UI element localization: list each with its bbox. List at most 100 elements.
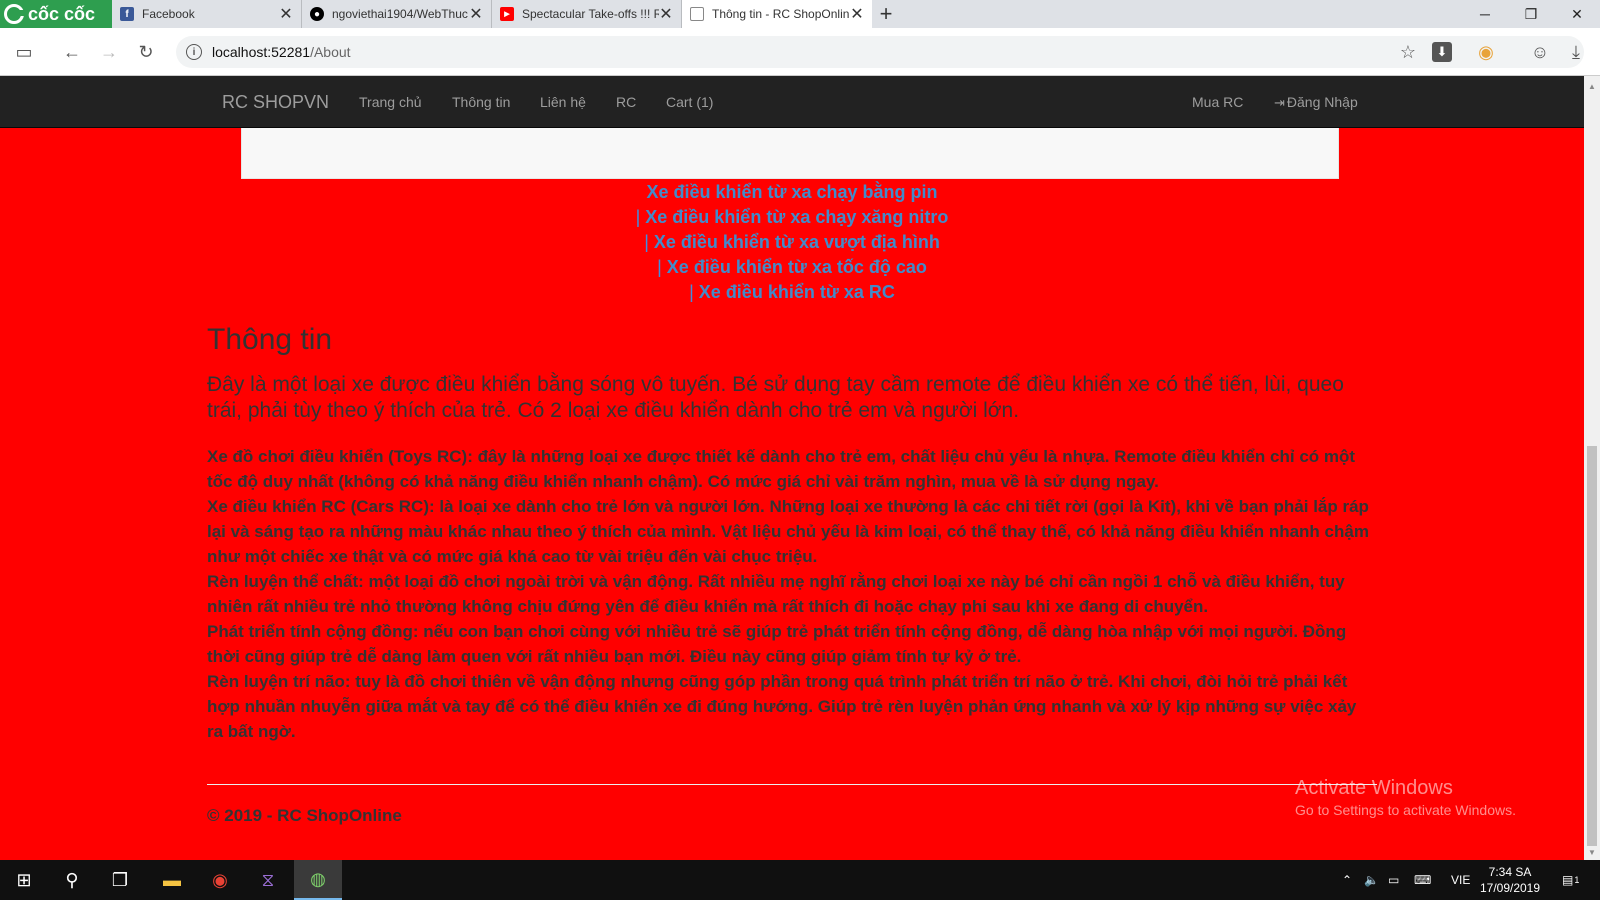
category-link-rc[interactable]: Xe điều khiển từ xa RC: [699, 282, 895, 302]
scroll-down-icon[interactable]: ▼: [1584, 844, 1600, 860]
browser-brand: cốc cốc: [28, 3, 96, 24]
paragraph-brain: Rèn luyện trí não: tuy là đồ chơi thiên …: [207, 672, 1357, 741]
category-link-offroad[interactable]: Xe điều khiển từ xa vượt địa hình: [654, 232, 940, 252]
tab-title: ngoviethai1904/WebThuc: [332, 7, 468, 21]
language-indicator[interactable]: VIE: [1451, 860, 1470, 900]
site-navbar: RC SHOPVN Trang chủ Thông tin Liên hệ RC…: [0, 76, 1584, 128]
category-separator: |: [635, 207, 641, 227]
network-icon[interactable]: ▭: [1388, 860, 1399, 900]
nav-login[interactable]: ⇥ Đăng Nhập: [1274, 94, 1358, 111]
download-manager-icon[interactable]: ⬇: [1432, 42, 1452, 62]
category-separator: |: [689, 282, 694, 302]
page-icon: [690, 7, 704, 21]
tab-youtube[interactable]: ▶ Spectacular Take-offs !!! R ✕: [492, 0, 682, 28]
login-icon: ⇥: [1274, 95, 1285, 110]
reload-icon[interactable]: ↻: [134, 40, 158, 64]
notification-icon[interactable]: ▤ 1: [1562, 860, 1579, 900]
paragraph-physical: Rèn luyện thể chất: một loại đồ chơi ngo…: [207, 572, 1345, 616]
category-link-speed[interactable]: Xe điều khiển từ xa tốc độ cao: [667, 257, 927, 277]
chrome-icon[interactable]: ◉: [196, 860, 244, 900]
nav-rc[interactable]: RC: [616, 94, 636, 110]
browser-tab-strip: cốc cốc f Facebook ✕ ● ngoviethai1904/We…: [0, 0, 1600, 28]
category-item: | Xe điều khiển từ xa tốc độ cao: [0, 255, 1584, 280]
paragraph-toys-rc: Xe đồ chơi điều khiển (Toys RC): đây là …: [207, 447, 1356, 491]
coccoc-menu-button[interactable]: cốc cốc: [0, 0, 112, 28]
downloads-icon[interactable]: ⤓: [1564, 40, 1588, 64]
sidebar-toggle-icon[interactable]: ▭: [12, 40, 36, 64]
tab-close-icon[interactable]: ✕: [469, 4, 483, 24]
paragraph-cars-rc: Xe điều khiển RC (Cars RC): là loại xe d…: [207, 497, 1369, 566]
site-info-icon[interactable]: i: [186, 44, 202, 60]
activate-windows-subtitle: Go to Settings to activate Windows.: [1295, 802, 1516, 818]
tray-expand-icon[interactable]: ⌃: [1342, 860, 1352, 900]
category-item: | Xe điều khiển từ xa vượt địa hình: [0, 230, 1584, 255]
tab-title: Spectacular Take-offs !!! R: [522, 7, 659, 21]
tab-github[interactable]: ● ngoviethai1904/WebThuc ✕: [302, 0, 492, 28]
youtube-icon: ▶: [500, 7, 514, 21]
nav-login-label: Đăng Nhập: [1286, 94, 1358, 110]
category-link-nitro[interactable]: Xe điều khiển từ xa chạy xăng nitro: [645, 207, 948, 227]
visual-studio-icon[interactable]: ⧖: [244, 860, 292, 900]
main-content: Thông tin Đây là một loại xe được điều k…: [207, 320, 1377, 744]
category-separator: |: [644, 232, 649, 252]
url-text: localhost:52281/About: [212, 44, 351, 60]
clock-date: 17/09/2019: [1479, 881, 1541, 895]
windows-taskbar: ⊞ ⚲ ❐ ▬ ◉ ⧖ ◍ ⌃ 🔈 ▭ ⌨ VIE 7:34 SA 17/09/…: [0, 860, 1600, 900]
minimize-icon[interactable]: ─: [1462, 0, 1508, 28]
category-item: Xe điều khiển từ xa chạy bằng pin: [0, 180, 1584, 205]
coccoc-logo-icon: [4, 4, 25, 24]
tab-close-icon[interactable]: ✕: [279, 4, 293, 24]
tab-facebook[interactable]: f Facebook ✕: [112, 0, 302, 28]
restore-icon[interactable]: ❐: [1508, 0, 1554, 28]
category-menu-box: [241, 128, 1339, 179]
url-host: localhost:52281: [212, 44, 311, 60]
extension-icon[interactable]: ◉: [1474, 40, 1498, 64]
category-links: Xe điều khiển từ xa chạy bằng pin | Xe đ…: [0, 180, 1584, 305]
nav-cart[interactable]: Cart (1): [666, 94, 713, 110]
tab-about[interactable]: Thông tin - RC ShopOnlin ✕: [682, 0, 872, 28]
address-bar: ▭ ← → ↻ i localhost:52281/About ☆ ⬇ ◉ ☺ …: [0, 28, 1600, 76]
facebook-icon: f: [120, 7, 134, 21]
new-tab-button[interactable]: +: [872, 0, 900, 28]
url-input[interactable]: i localhost:52281/About: [176, 36, 1584, 68]
paragraph-community: Phát triển tính cộng đồng: nếu con bạn c…: [207, 622, 1347, 666]
footer-copyright: © 2019 - RC ShopOnline: [207, 806, 402, 825]
site-brand-link[interactable]: RC SHOPVN: [222, 92, 329, 113]
lead-paragraph: Đây là một loại xe được điều khiển bằng …: [207, 373, 1344, 422]
profile-icon[interactable]: ☺: [1528, 40, 1552, 64]
nav-contact[interactable]: Liên hệ: [540, 94, 586, 110]
taskbar-clock[interactable]: 7:34 SA 17/09/2019: [1478, 864, 1542, 896]
category-link-battery[interactable]: Xe điều khiển từ xa chạy bằng pin: [646, 182, 937, 202]
category-separator: |: [657, 257, 662, 277]
coccoc-taskbar-icon[interactable]: ◍: [294, 860, 342, 900]
task-view-icon[interactable]: ❐: [96, 860, 144, 900]
tab-close-icon[interactable]: ✕: [850, 4, 864, 24]
forward-icon[interactable]: →: [97, 40, 121, 64]
nav-buy-rc[interactable]: Mua RC: [1192, 94, 1243, 110]
category-item: | Xe điều khiển từ xa chạy xăng nitro: [0, 205, 1584, 230]
tab-close-icon[interactable]: ✕: [659, 4, 673, 24]
tab-title: Thông tin - RC ShopOnlin: [712, 7, 850, 21]
keyboard-icon[interactable]: ⌨: [1414, 860, 1431, 900]
category-item: | Xe điều khiển từ xa RC: [0, 280, 1584, 305]
search-icon[interactable]: ⚲: [48, 860, 96, 900]
window-controls: ─ ❐ ✕: [1462, 0, 1600, 28]
close-window-icon[interactable]: ✕: [1554, 0, 1600, 28]
tab-title: Facebook: [142, 7, 195, 21]
back-icon[interactable]: ←: [60, 40, 84, 64]
activate-windows-title: Activate Windows: [1295, 777, 1453, 799]
scroll-up-icon[interactable]: ▲: [1584, 78, 1600, 94]
file-explorer-icon[interactable]: ▬: [148, 860, 196, 900]
nav-home[interactable]: Trang chủ: [359, 94, 422, 110]
content-body: Xe đồ chơi điều khiển (Toys RC): đây là …: [207, 444, 1377, 744]
notification-count: 1: [1574, 875, 1580, 885]
bookmark-star-icon[interactable]: ☆: [1396, 40, 1420, 64]
url-path: /About: [310, 44, 351, 60]
page-title: Thông tin: [207, 323, 333, 356]
footer-divider: [207, 784, 1377, 785]
nav-about[interactable]: Thông tin: [452, 94, 510, 110]
start-windows-icon[interactable]: ⊞: [0, 860, 48, 900]
volume-icon[interactable]: 🔈: [1364, 860, 1379, 900]
scrollbar-thumb[interactable]: [1587, 446, 1597, 846]
github-icon: ●: [310, 7, 324, 21]
